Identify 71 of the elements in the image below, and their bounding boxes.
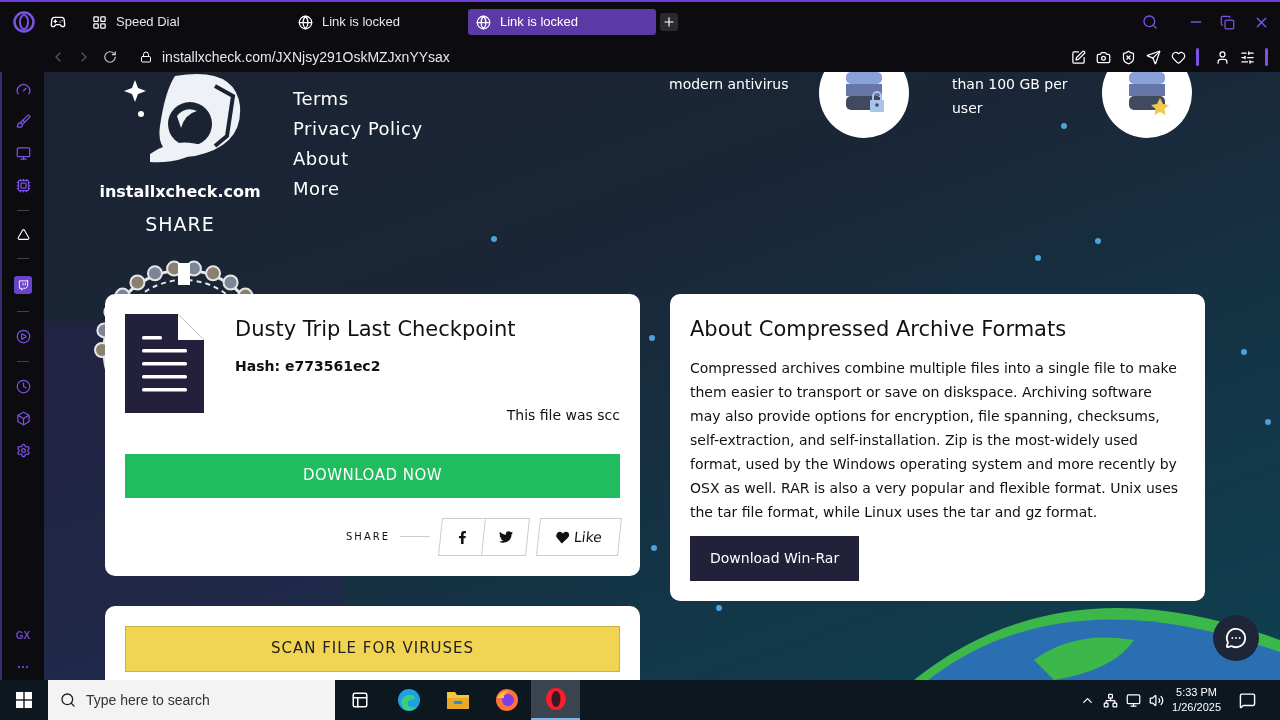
facebook-button[interactable]: [438, 517, 486, 556]
plus-icon: [662, 15, 676, 29]
feature-text: modern antivirus: [669, 75, 790, 94]
volume-icon[interactable]: [1149, 692, 1165, 708]
taskbar-app[interactable]: [531, 680, 580, 720]
cube-icon[interactable]: [15, 411, 31, 426]
footer-link[interactable]: Terms: [293, 84, 349, 114]
search-icon: [60, 692, 76, 708]
footer-link[interactable]: Privacy Policy: [293, 114, 423, 144]
footer-link[interactable]: About: [293, 144, 349, 174]
firefox-icon: [494, 688, 519, 712]
like-button[interactable]: Like: [536, 517, 622, 556]
send-icon[interactable]: [1146, 49, 1161, 65]
brand-name: installxcheck.com: [99, 181, 261, 203]
chat-icon: [1225, 627, 1247, 649]
browser-logo[interactable]: [13, 11, 35, 33]
task-view-icon: [350, 691, 369, 709]
footer-link[interactable]: More: [293, 174, 340, 204]
twitter-icon: [498, 529, 513, 544]
document-icon: [125, 314, 204, 413]
file-hash: Hash: e773561ec2: [235, 356, 382, 376]
twitter-button[interactable]: [482, 517, 530, 556]
reload-icon[interactable]: [103, 50, 117, 64]
folder-icon: [445, 690, 470, 710]
browser-tab[interactable]: Link is locked: [276, 9, 464, 35]
windows-logo[interactable]: [16, 692, 32, 708]
edge-icon: [396, 688, 421, 712]
browser-tab[interactable]: Link is locked: [468, 9, 656, 35]
brush-icon[interactable]: [15, 114, 31, 129]
monitor-icon[interactable]: [1126, 692, 1142, 708]
twitch-glyph-icon: [17, 279, 29, 291]
clock-date: 1/26/2025: [1172, 700, 1221, 715]
gamepad-icon[interactable]: [50, 14, 66, 30]
info-text: Compressed archives combine multiple files into a single file to make them easier to transport or save on diskspace. Archiving software may also provide options for encryption, file spanning, checksums, self-extraction, and self-installation. Zip is the most-widely used format, used by the Windows operating system and more recently by OSX as well. RAR is also a very popular and flexible format. Unix uses the tar file format, while Linux uses the tar and gz format.: [690, 358, 1180, 522]
new-tab-button[interactable]: [660, 13, 678, 31]
info-title: About Compressed Archive Formats: [690, 316, 1068, 343]
heart-icon: [555, 530, 570, 543]
globe-icon: [476, 14, 491, 30]
file-title: Dusty Trip Last Checkpoint: [235, 316, 517, 343]
clock-icon[interactable]: [15, 379, 31, 394]
settings-icon[interactable]: [1240, 49, 1255, 65]
search-icon[interactable]: [1142, 14, 1158, 30]
chip-icon[interactable]: [15, 178, 31, 193]
play-icon[interactable]: [15, 329, 31, 344]
heart-icon[interactable]: [1171, 49, 1186, 65]
share-label: SHARE: [346, 530, 390, 544]
opera-icon: [543, 687, 568, 711]
feature-text: than 100 GB per user: [952, 75, 1069, 118]
share-title: SHARE: [145, 212, 215, 237]
twitch-icon[interactable]: [14, 276, 32, 294]
triangle-icon[interactable]: [16, 228, 30, 241]
scan-file-button[interactable]: SCAN FILE FOR VIRUSES: [125, 625, 620, 672]
download-winrar-button[interactable]: Download Win-Rar: [690, 535, 860, 581]
globe-icon: [298, 14, 313, 30]
database-lock-icon: [819, 72, 909, 138]
notifications-icon[interactable]: [1239, 691, 1256, 709]
lock-icon: [140, 51, 152, 63]
grid-icon: [92, 14, 107, 30]
camera-icon[interactable]: [1096, 49, 1111, 65]
maximize-icon[interactable]: [1220, 14, 1235, 30]
taskbar-search-field[interactable]: Type here to search: [48, 680, 335, 720]
chat-button[interactable]: [1213, 615, 1259, 661]
pin-icon[interactable]: [1071, 49, 1086, 65]
profile-icon[interactable]: [1215, 49, 1230, 65]
network-icon[interactable]: [1103, 692, 1119, 708]
shield-icon[interactable]: [1121, 49, 1136, 65]
browser-tab[interactable]: Speed Dial: [84, 9, 272, 35]
gauge-icon[interactable]: [15, 82, 31, 97]
file-note: This file was scc: [506, 405, 620, 425]
clock-time: 5:33 PM: [1176, 685, 1217, 700]
address-field[interactable]: installxcheck.com/JXNjsy291OskMZJxnYYsax: [162, 46, 450, 68]
